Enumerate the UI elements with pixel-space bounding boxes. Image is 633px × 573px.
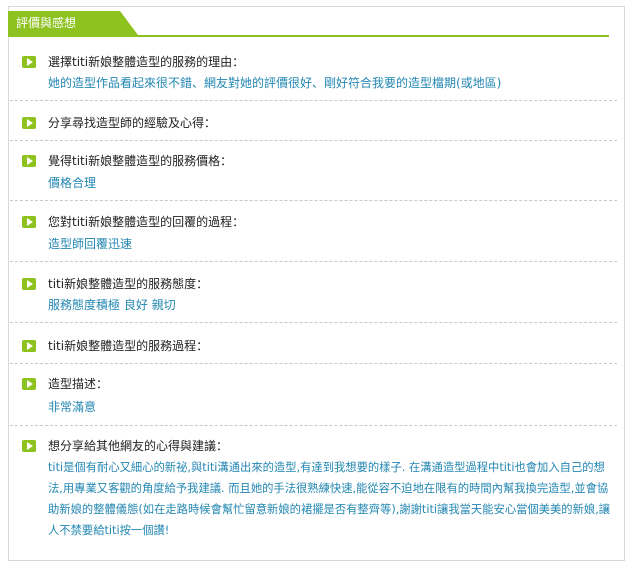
play-arrow-icon xyxy=(22,378,36,390)
question-text: 您對titi新娘整體造型的回覆的過程： xyxy=(48,215,245,229)
review-item: titi新娘整體造型的服務過程： xyxy=(10,337,617,364)
question-text: 想分享給其他網友的心得與建議： xyxy=(48,439,229,453)
answer-text: 服務態度積極 良好 親切 xyxy=(48,298,176,312)
question-text: 造型描述： xyxy=(48,377,109,391)
review-item: 造型描述： 非常滿意 xyxy=(10,375,617,426)
review-item: 分享尋找造型師的經驗及心得： xyxy=(10,114,617,141)
review-item: 選擇titi新娘整體造型的服務的理由： 她的造型作品看起來很不錯、網友對她的評價… xyxy=(10,53,617,101)
play-arrow-icon xyxy=(22,56,36,68)
answer-paragraph: titi是個有耐心又細心的新祕,與titi溝通出來的造型,有達到我想要的樣子. … xyxy=(48,461,611,537)
section-title: 評價與感想 xyxy=(8,11,138,35)
answer-text: 非常滿意 xyxy=(48,400,97,414)
answer-text: 價格合理 xyxy=(48,176,97,190)
section-header: 評價與感想 xyxy=(8,11,609,37)
play-arrow-icon xyxy=(22,117,36,129)
play-arrow-icon xyxy=(22,155,36,167)
play-arrow-icon xyxy=(22,216,36,228)
review-item: 您對titi新娘整體造型的回覆的過程： 造型師回覆迅速 xyxy=(10,213,617,262)
question-text: titi新娘整體造型的服務過程： xyxy=(48,339,209,353)
review-item: 想分享給其他網友的心得與建議： titi是個有耐心又細心的新祕,與titi溝通出… xyxy=(10,437,617,552)
question-text: 覺得titi新娘整體造型的服務價格： xyxy=(48,154,233,168)
review-item: 覺得titi新娘整體造型的服務價格： 價格合理 xyxy=(10,152,617,201)
play-arrow-icon xyxy=(22,440,36,452)
answer-text: 她的造型作品看起來很不錯、網友對她的評價很好、剛好符合我要的造型檔期(或地區) xyxy=(48,76,502,90)
answer-text: 造型師回覆迅速 xyxy=(48,237,133,251)
play-arrow-icon xyxy=(22,278,36,290)
review-item: titi新娘整體造型的服務態度： 服務態度積極 良好 親切 xyxy=(10,275,617,323)
question-text: 選擇titi新娘整體造型的服務的理由： xyxy=(48,55,245,69)
question-text: titi新娘整體造型的服務態度： xyxy=(48,277,209,291)
question-text: 分享尋找造型師的經驗及心得： xyxy=(48,116,217,130)
play-arrow-icon xyxy=(22,340,36,352)
